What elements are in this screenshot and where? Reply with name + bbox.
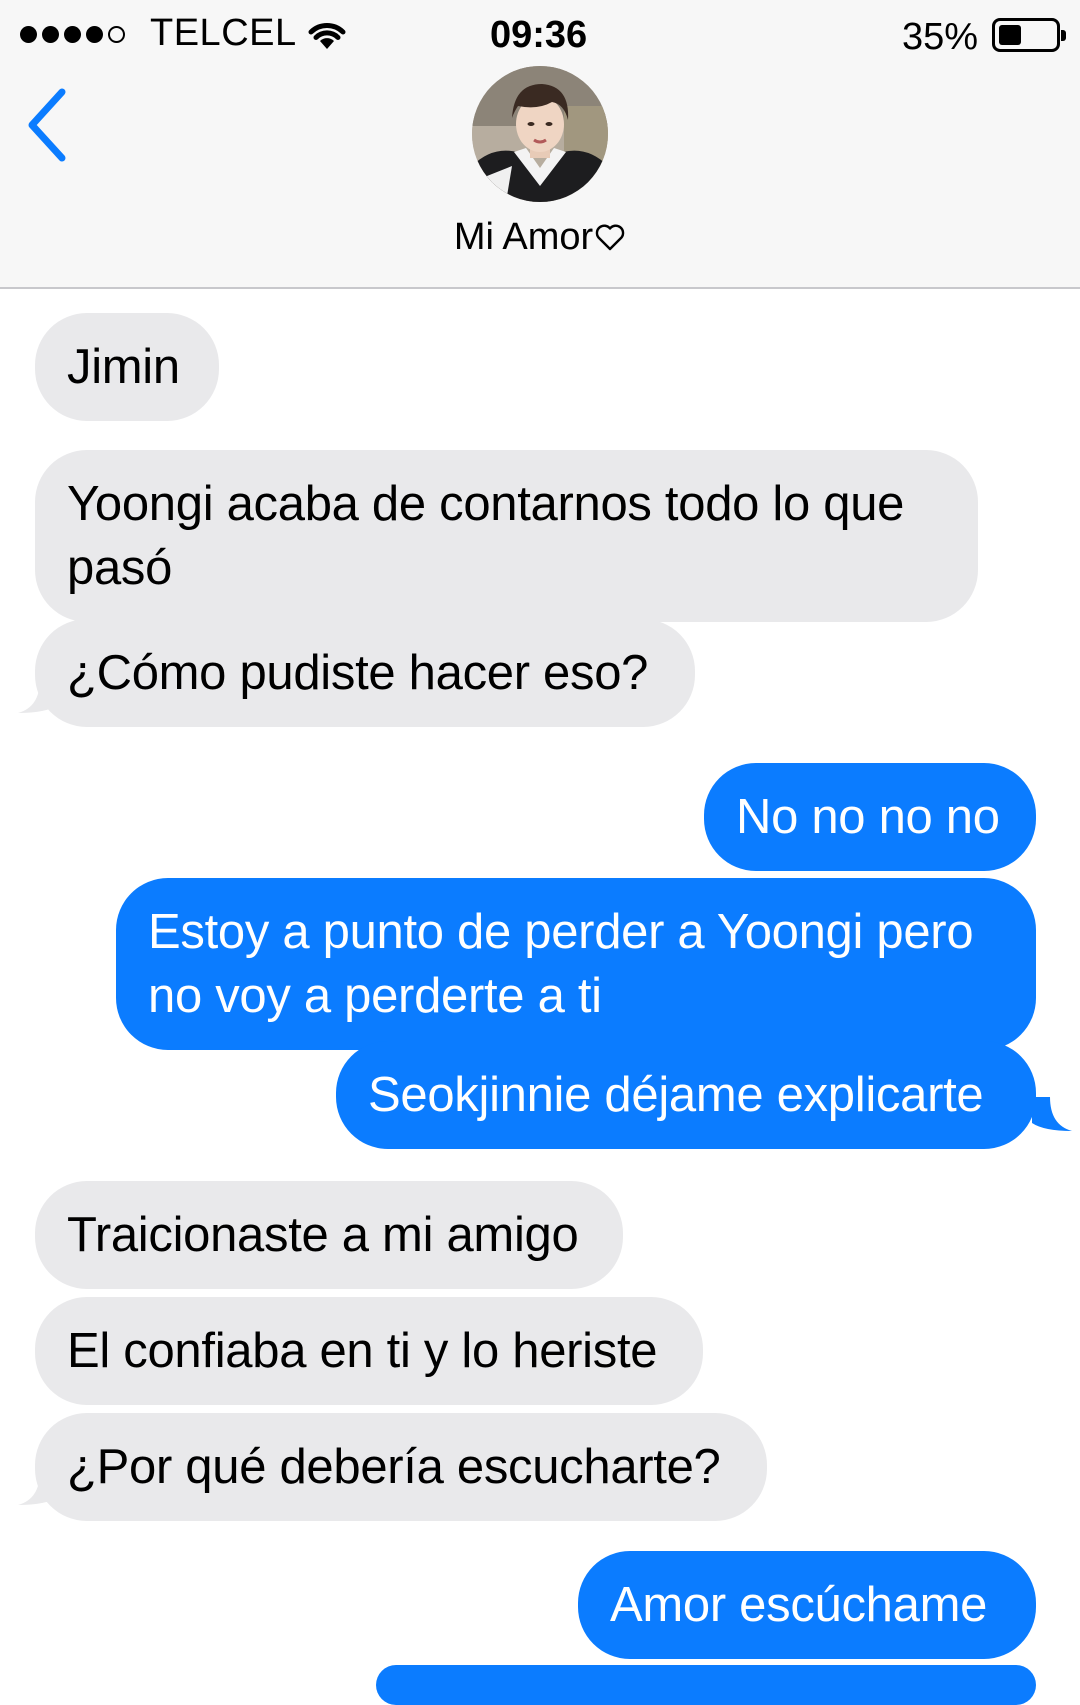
message-bubble-incoming[interactable]: Yoongi acaba de contarnos todo lo que pa…: [35, 450, 978, 622]
carrier-name: TELCEL: [150, 12, 297, 54]
message-bubble-outgoing[interactable]: Amor escúchame: [578, 1551, 1036, 1659]
message-bubble-incoming[interactable]: El confiaba en ti y lo heriste: [35, 1297, 703, 1405]
battery-icon: [992, 18, 1066, 52]
incoming-bubble-tail: [18, 1471, 58, 1505]
contact-name[interactable]: Mi Amor: [0, 216, 1080, 259]
status-bar: TELCEL 09:36 35%: [0, 0, 1080, 70]
battery-percentage: 35%: [902, 16, 979, 58]
message-bubble-incoming[interactable]: Jimin: [35, 313, 219, 421]
outgoing-bubble-tail: [1032, 1097, 1072, 1131]
status-time: 09:36: [490, 14, 588, 56]
message-bubble-incoming[interactable]: ¿Cómo pudiste hacer eso?: [35, 619, 695, 727]
conversation-header: TELCEL 09:36 35% Mi Amor: [0, 0, 1080, 289]
message-bubble-outgoing[interactable]: Seokjinnie déjame explicarte: [336, 1041, 1036, 1149]
wifi-icon: [308, 23, 346, 49]
incoming-bubble-tail: [18, 679, 58, 713]
battery-level-fill: [999, 25, 1021, 45]
message-bubble-outgoing[interactable]: Estoy a punto de perder a Yoongi pero no…: [116, 878, 1036, 1050]
message-bubble-incoming[interactable]: ¿Por qué debería escucharte?: [35, 1413, 767, 1521]
avatar-photo: [472, 66, 608, 202]
contact-name-text: Mi Amor: [453, 216, 594, 258]
signal-strength-icon: [20, 26, 125, 43]
message-thread[interactable]: Jimin Yoongi acaba de contarnos todo lo …: [0, 289, 1080, 1705]
message-bubble-incoming[interactable]: Traicionaste a mi amigo: [35, 1181, 623, 1289]
back-chevron-icon[interactable]: [20, 80, 80, 170]
message-bubble-outgoing[interactable]: No no no no: [704, 763, 1036, 871]
message-bubble-outgoing-partial[interactable]: [376, 1665, 1036, 1705]
contact-avatar[interactable]: [472, 66, 608, 202]
heart-outline-icon: [595, 224, 625, 251]
